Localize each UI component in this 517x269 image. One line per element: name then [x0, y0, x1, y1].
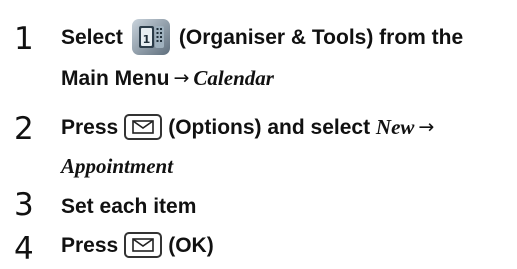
arrow-right-icon: → [418, 115, 435, 138]
menu-item-appointment: Appointment [61, 153, 174, 178]
step-4-line-1: Press (OK) [61, 230, 214, 260]
arrow-right-icon: → [173, 66, 190, 89]
step-number: 1 [14, 21, 34, 57]
step-text: Press [61, 233, 119, 257]
step-2-line-1: Press (Options) and select New → [61, 112, 438, 142]
svg-text:1: 1 [143, 33, 151, 46]
organiser-tools-icon: 1 [131, 18, 171, 56]
menu-item-calendar: Calendar [193, 65, 274, 90]
menu-item-new: New [375, 114, 415, 139]
step-number: 4 [14, 231, 34, 267]
mail-key-icon [124, 232, 163, 258]
step-3-line-1: Set each item [61, 194, 196, 218]
step-text: Set each item [61, 194, 197, 218]
step-text: Press [61, 115, 119, 139]
step-number: 2 [14, 111, 34, 147]
step-number: 3 [14, 187, 34, 223]
menu-name: Main Menu [61, 66, 170, 90]
step-text: (Options) and select [168, 115, 371, 139]
step-1-line-1: Select 1 (Organiser & Tools) from the [61, 18, 463, 56]
step-text: (OK) [168, 233, 214, 257]
step-text: (Organiser & Tools) from the [178, 25, 464, 49]
step-2-line-2: Appointment [61, 154, 173, 178]
instruction-page: 1 Select 1 (Organiser & Tools) from the … [0, 0, 517, 269]
step-1-line-2: Main Menu → Calendar [61, 66, 274, 90]
step-text: Select [61, 25, 123, 49]
mail-key-icon [124, 114, 163, 140]
